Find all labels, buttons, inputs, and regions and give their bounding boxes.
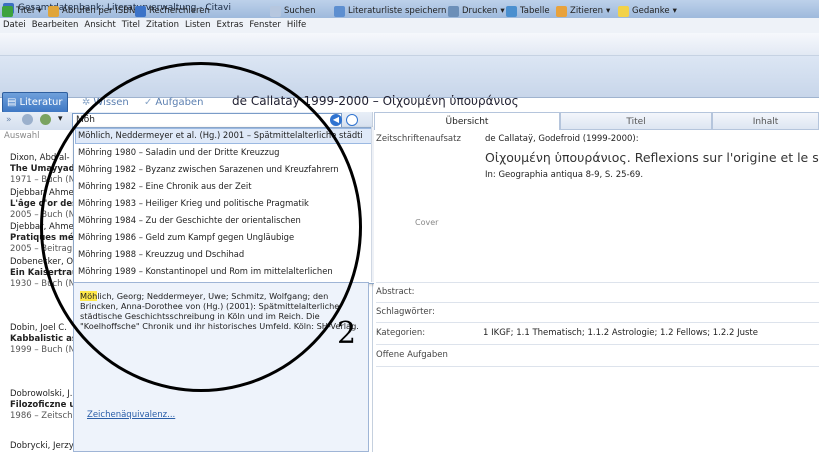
idea-button[interactable]: Gedanke ▾ [618, 4, 677, 18]
printer-icon [448, 5, 459, 17]
print-button[interactable]: Drucken ▾ [448, 4, 505, 18]
cover-label: Cover [415, 218, 439, 227]
isbn-button[interactable]: Abrufen per ISBN [48, 4, 135, 18]
tab-title[interactable]: Titel [560, 112, 712, 130]
divider [376, 366, 819, 367]
dropdown-arrow-icon[interactable]: ▾ [58, 114, 63, 124]
quote-icon [556, 5, 567, 17]
keywords-label: Schlagwörter: [376, 307, 435, 317]
menu-edit[interactable]: Bearbeiten [29, 18, 82, 30]
research-icon [135, 5, 146, 17]
mode-tasks-button[interactable]: ✓ Aufgaben [140, 93, 207, 111]
clear-search-icon[interactable] [346, 114, 358, 126]
save-list-button[interactable]: Literaturliste speichern▾ [334, 4, 454, 18]
menu-title[interactable]: Titel [119, 18, 143, 30]
mode-literature-button[interactable]: ▤ Literatur [2, 92, 68, 113]
menu-extras[interactable]: Extras [214, 18, 247, 30]
list-item[interactable]: Dixon, Abd al-The Umayyad c1971 – Buch (… [10, 153, 74, 186]
menu-view[interactable]: Ansicht [81, 18, 118, 30]
tasks-icon: ✓ [144, 96, 153, 108]
suggestion-item[interactable]: Möhlich, Neddermeyer et al. (Hg.) 2001 –… [78, 130, 363, 140]
annotation-number: 2 [337, 316, 357, 351]
highlight-match: Möh [80, 291, 98, 301]
mode-bar [0, 56, 819, 98]
list-item[interactable]: Djebbar, Ahme L'âge d'or des 2005 – Buch (… [10, 188, 74, 221]
books-icon: ▤ [7, 97, 17, 108]
reference-type: Zeitschriftenaufsatz [376, 134, 461, 144]
refresh-icon[interactable] [40, 114, 51, 125]
wand-icon [48, 5, 59, 17]
menu-bar: Datei Bearbeiten Ansicht Titel Zitation Liste… [0, 18, 819, 33]
cite-button[interactable]: Zitieren ▾ [556, 4, 610, 18]
list-item[interactable]: Dobin, Joel C.Kabbalistic astr1999 – Buc… [10, 323, 74, 356]
plus-icon [2, 5, 13, 17]
list-item[interactable]: Dobenecker, O Ein Kaisertrau 1930 – Buch (… [10, 257, 74, 290]
list-item[interactable]: Djebbar, AhmePratiques métr2005 – Beitra… [10, 222, 74, 255]
preview-citation: Möhlich, Georg; Neddermeyer, Uwe; Schmit… [80, 291, 359, 331]
reference-title: de Callatay 1999-2000 – Οἰχουμένη ὑπουρά… [232, 94, 519, 108]
suggestion-item[interactable]: Möhring 1989 – Konstantinopel und Rom im… [78, 266, 363, 276]
divider [376, 344, 819, 345]
menu-file[interactable]: Datei [0, 18, 29, 30]
search-go-icon[interactable]: ◀ [330, 114, 342, 126]
suggestion-item[interactable]: Möhring 1988 – Kreuzzug und Dschihad [78, 249, 363, 259]
search-icon [270, 5, 281, 17]
divider [376, 322, 819, 323]
categories-value[interactable]: 1 IKGF; 1.1 Thematisch; 1.1.2 Astrologie… [483, 328, 758, 338]
menu-window[interactable]: Fenster [246, 18, 284, 30]
open-tasks-label: Offene Aufgaben [376, 350, 448, 360]
detail-title: Οἰχουμένη ὑπουράνιος. Reflexions sur l'o… [485, 150, 819, 165]
new-title-button[interactable]: Titel ▾ [2, 4, 42, 18]
research-button[interactable]: Recherchieren [135, 4, 210, 18]
detail-author: de Callataÿ, Godefroid (1999-2000): [485, 134, 639, 144]
suggestion-item[interactable]: Möhring 1982 – Eine Chronik aus der Zeit [78, 181, 363, 191]
settings-icon[interactable] [22, 114, 33, 125]
save-icon [334, 5, 345, 17]
menu-lists[interactable]: Listen [182, 18, 213, 30]
list-item[interactable]: Dobrycki, Jerzy [10, 441, 74, 452]
divider [376, 302, 819, 303]
table-button[interactable]: Tabelle [506, 4, 550, 18]
categories-label: Kategorien: [376, 328, 426, 338]
collapse-icon[interactable]: » [6, 115, 12, 125]
quick-search-input[interactable]: Möh [72, 113, 342, 128]
menu-citation[interactable]: Zitation [143, 18, 182, 30]
detail-source: In: Geographia antiqua 8-9, S. 25-69. [485, 170, 644, 180]
suggestion-item[interactable]: Möhring 1986 – Geld zum Kampf gegen Ungl… [78, 232, 363, 242]
menu-help[interactable]: Hilfe [284, 18, 309, 30]
tab-content[interactable]: Inhalt [712, 112, 819, 130]
search-button[interactable]: Suchen [270, 4, 315, 18]
toolbar [0, 33, 819, 56]
suggestion-item[interactable]: Möhring 1983 – Heiliger Krieg und politi… [78, 198, 363, 208]
divider [376, 282, 819, 283]
autocomplete-dropdown: Möhlich, Neddermeyer et al. (Hg.) 2001 –… [73, 127, 375, 284]
suggestion-item[interactable]: Möhring 1984 – Zu der Geschichte der ori… [78, 215, 363, 225]
knowledge-icon: ✲ [82, 96, 91, 108]
mode-knowledge-button[interactable]: ✲ Wissen [78, 93, 133, 111]
lightbulb-icon [618, 5, 629, 17]
table-icon [506, 5, 517, 17]
suggestion-item[interactable]: Möhring 1982 – Byzanz zwischen Sarazenen… [78, 164, 363, 174]
tab-overview[interactable]: Übersicht [374, 112, 560, 130]
list-item[interactable]: Dobrowolski, J.Filozoficzne uw1986 – Zei… [10, 389, 74, 422]
abstract-label: Abstract: [376, 287, 415, 297]
selection-filter[interactable]: Auswahl [4, 131, 40, 141]
character-equivalence-link[interactable]: Zeichenäquivalenz... [87, 410, 175, 420]
suggestion-item[interactable]: Möhring 1980 – Saladin und der Dritte Kr… [78, 147, 363, 157]
